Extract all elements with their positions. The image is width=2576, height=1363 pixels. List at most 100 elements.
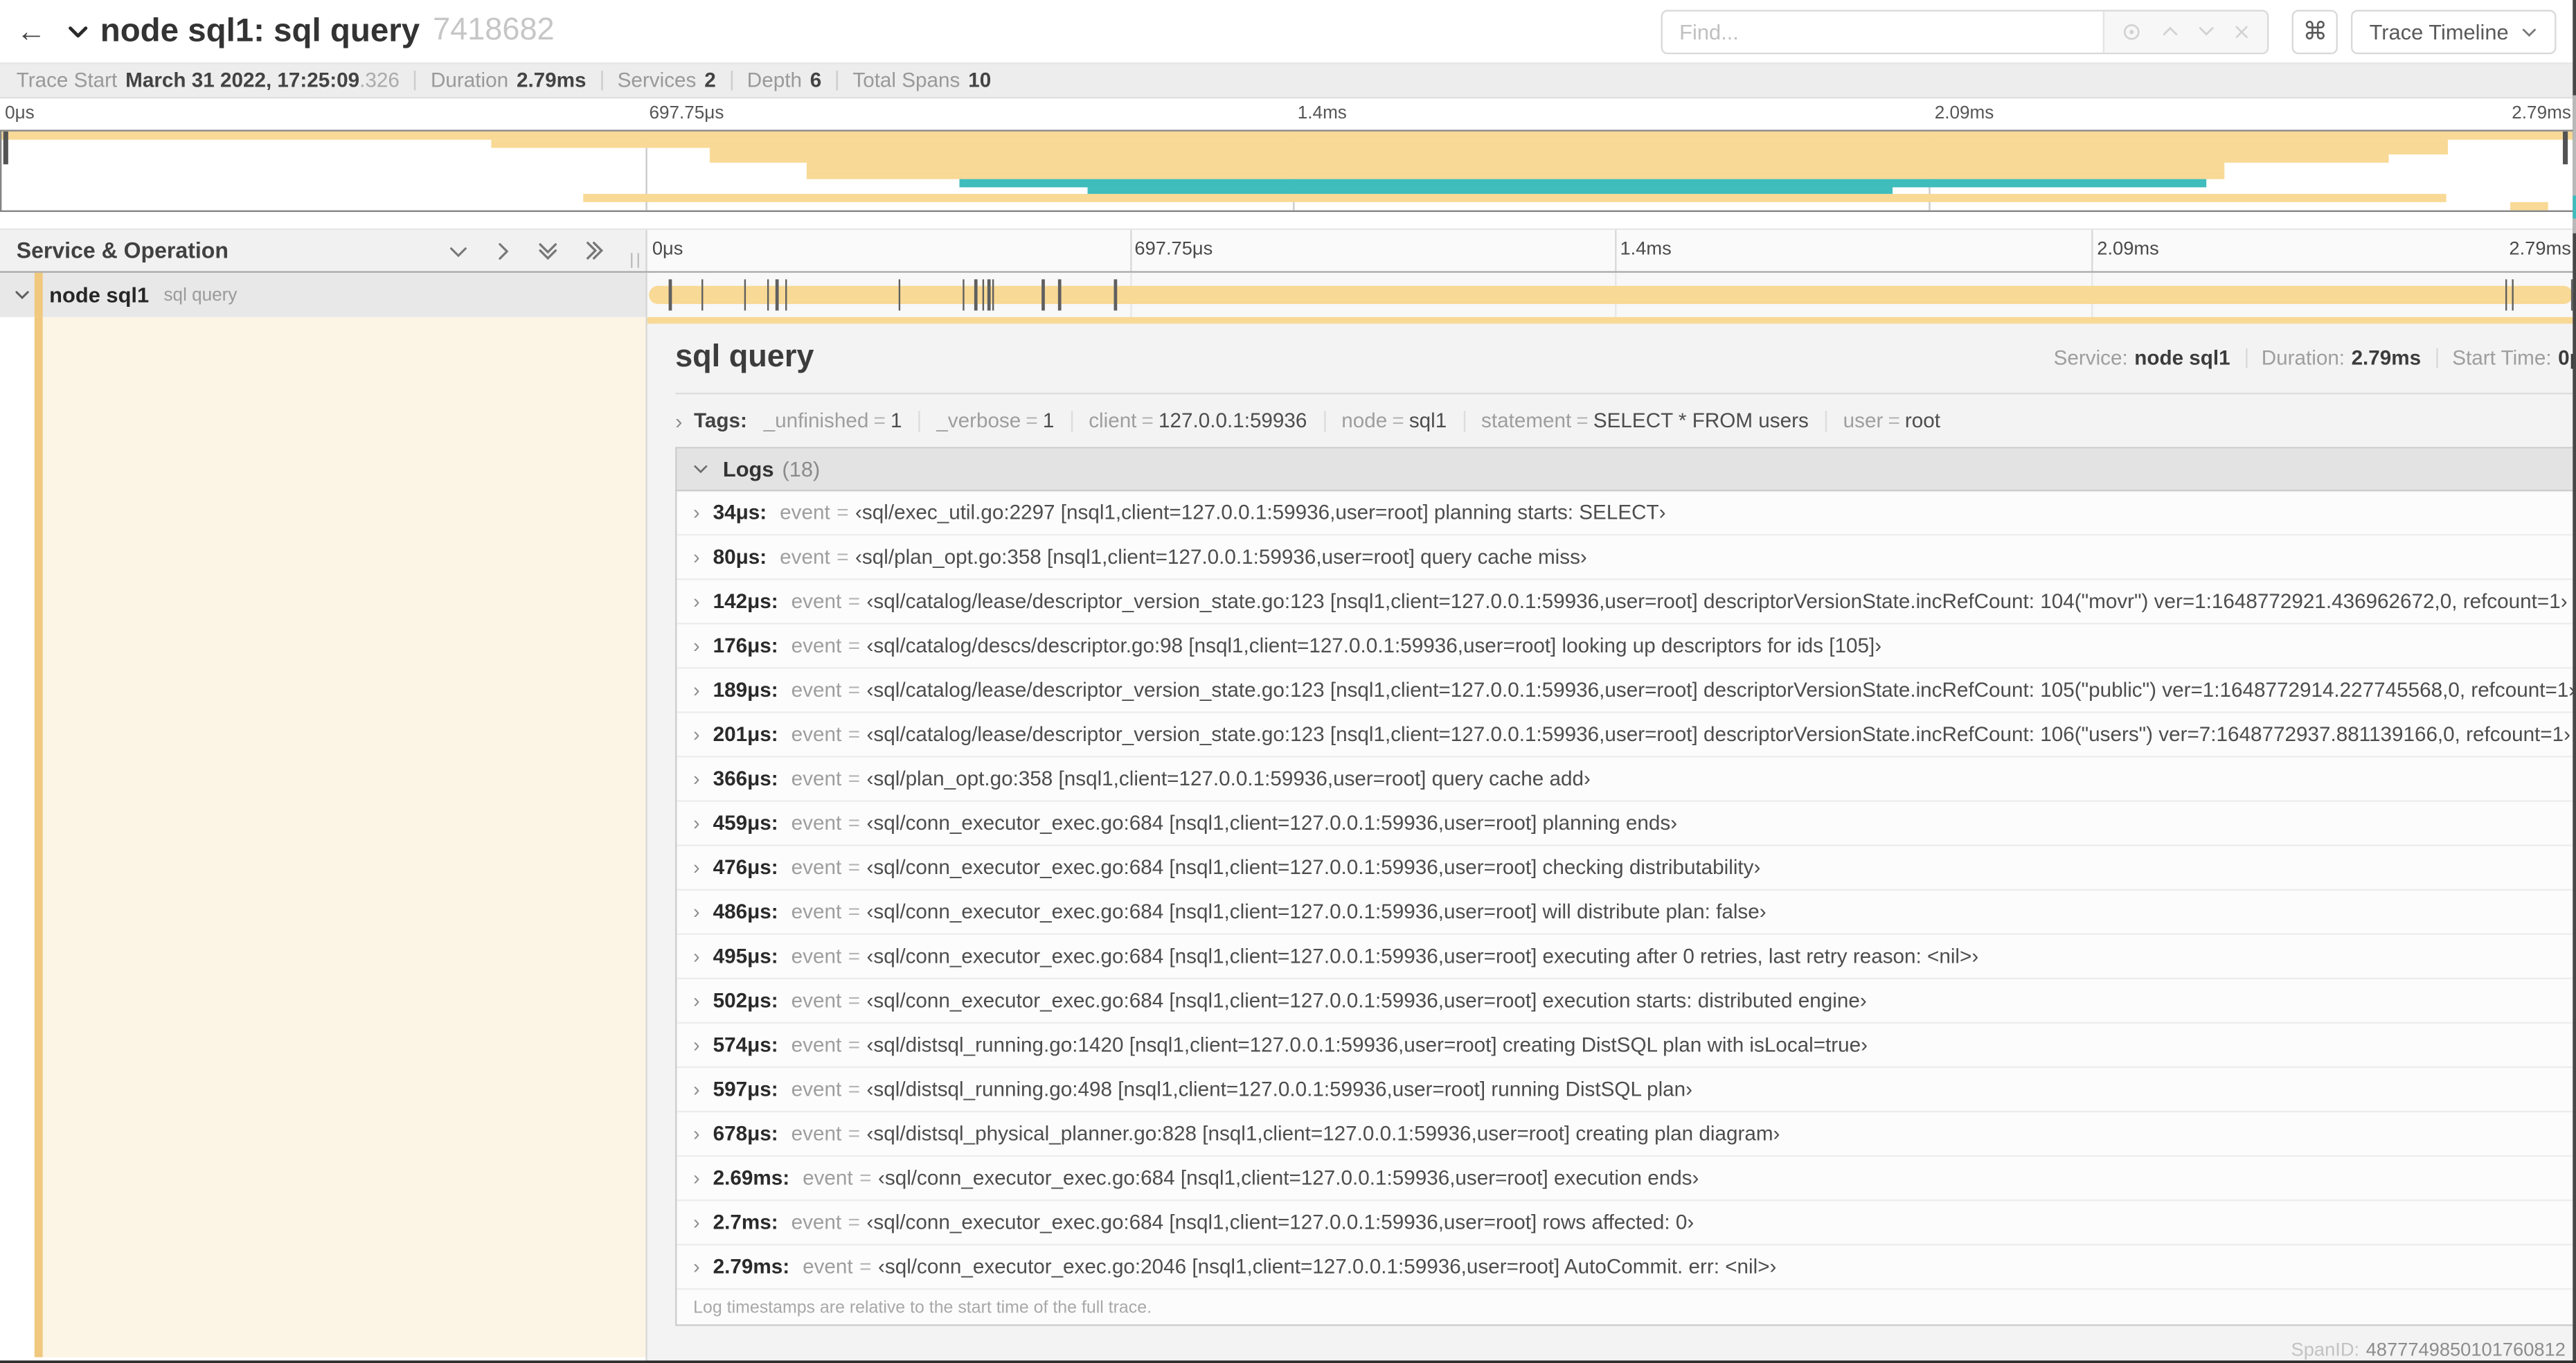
chevron-right-icon: › [693, 545, 700, 569]
collapse-one-level-icon[interactable] [447, 239, 469, 262]
log-row[interactable]: › 2.7ms: event = ‹sql/conn_executor_exec.go:… [677, 1201, 2576, 1246]
meta-value: 2.79ms [516, 69, 587, 92]
tag-equals: = [1392, 409, 1404, 432]
chevron-right-icon: › [693, 767, 700, 791]
log-timestamp: 476μs: [713, 856, 778, 880]
tag-item: user = root [1843, 409, 1940, 432]
log-equals: = [859, 1166, 872, 1190]
log-row[interactable]: › 459μs: event = ‹sql/conn_executor_exec.go:… [677, 802, 2576, 846]
separator [1323, 409, 1325, 431]
collapse-all-icon[interactable] [535, 238, 560, 263]
logs-header[interactable]: Logs (18) [677, 448, 2576, 492]
span-duration-bar[interactable] [649, 285, 2573, 304]
log-event-value: ‹sql/distsql_running.go:498 [nsql1,clien… [866, 1078, 1693, 1101]
header-controls: ⌘ Trace Timeline [1661, 9, 2557, 54]
log-event-value: ‹sql/catalog/lease/descriptor_version_st… [866, 722, 2570, 747]
keyboard-shortcuts-button[interactable]: ⌘ [2292, 9, 2338, 54]
log-event-value: ‹sql/catalog/lease/descriptor_version_st… [866, 678, 2576, 702]
back-arrow-icon[interactable]: ← [17, 14, 53, 48]
find-input[interactable] [1663, 10, 2104, 52]
service-operation-label: Service & Operation [16, 238, 229, 263]
span-row-name-cell[interactable]: node sql1 sql query [0, 272, 647, 317]
log-row[interactable]: › 678μs: event = ‹sql/distsql_physical_plann… [677, 1112, 2576, 1157]
log-timestamp: 366μs: [713, 767, 778, 791]
log-event-key: event [791, 900, 842, 924]
log-event-value: ‹sql/distsql_running.go:1420 [nsql1,clie… [866, 1033, 1868, 1057]
log-event-value: ‹sql/conn_executor_exec.go:2046 [nsql1,c… [878, 1255, 1777, 1279]
log-event-key: event [791, 1078, 842, 1101]
chevron-right-icon: › [693, 501, 700, 524]
log-marker [1042, 279, 1045, 311]
log-row[interactable]: › 142μs: event = ‹sql/catalog/lease/descript… [677, 580, 2576, 625]
logs-title: Logs [722, 456, 774, 482]
log-row[interactable]: › 80μs: event = ‹sql/plan_opt.go:358 [nsql1,… [677, 535, 2576, 580]
separator [1825, 409, 1827, 431]
tag-equals: = [1026, 409, 1038, 432]
meta-value: March 31 2022, 17:25:09 [125, 69, 360, 92]
log-marker [784, 279, 787, 311]
log-equals: = [848, 900, 861, 924]
detail-meta-value: 2.79ms [2351, 346, 2422, 370]
row-collapse-caret-icon[interactable] [13, 286, 31, 304]
log-timestamp: 574μs: [713, 1033, 778, 1057]
log-row[interactable]: › 176μs: event = ‹sql/catalog/descs/descript… [677, 625, 2576, 669]
tag-value: 1 [890, 409, 902, 432]
find-box [1661, 9, 2269, 54]
tag-item: statement = SELECT * FROM users [1481, 409, 1809, 432]
next-match-icon[interactable] [2196, 21, 2215, 41]
trace-meta-item: Trace Start March 31 2022, 17:25:09.326 [17, 69, 400, 92]
meta-label: Duration [430, 69, 509, 92]
log-timestamp: 34μs: [713, 501, 767, 524]
tag-equals: = [1576, 409, 1589, 432]
log-row[interactable]: › 2.79ms: event = ‹sql/conn_executor_exec.go… [677, 1245, 2576, 1290]
tags-row[interactable]: › Tags: _unfinished = 1 _verbose = 1 client = 12… [675, 409, 2576, 432]
log-event-key: event [791, 989, 842, 1013]
tag-item: _unfinished = 1 [764, 409, 902, 432]
log-equals: = [848, 1122, 861, 1146]
chevron-right-icon: › [693, 1211, 700, 1234]
log-row[interactable]: › 34μs: event = ‹sql/exec_util.go:2297 [nsql… [677, 491, 2576, 536]
trace-meta-item: Duration 2.79ms [431, 69, 587, 92]
minimap-span-bar [709, 147, 2449, 155]
minimap-span-bar [958, 179, 2207, 187]
log-row[interactable]: › 597μs: event = ‹sql/distsql_running.go:498… [677, 1068, 2576, 1113]
minimap-left-handle[interactable] [3, 131, 8, 165]
log-row[interactable]: › 476μs: event = ‹sql/conn_executor_exec.go:… [677, 846, 2576, 891]
expand-all-icon[interactable] [582, 238, 607, 263]
expand-one-level-icon[interactable] [491, 239, 514, 262]
span-row-track[interactable] [647, 272, 2576, 317]
separator [2244, 348, 2247, 368]
log-row[interactable]: › 495μs: event = ‹sql/conn_executor_exec.go:… [677, 935, 2576, 979]
chevron-right-icon: › [693, 1122, 700, 1146]
log-row[interactable]: › 189μs: event = ‹sql/catalog/lease/descript… [677, 669, 2576, 713]
log-event-value: ‹sql/catalog/lease/descriptor_version_st… [866, 589, 2568, 613]
detail-meta-label: Duration: [2261, 346, 2345, 370]
collapse-trace-chevron-icon[interactable] [66, 19, 91, 44]
locate-icon[interactable] [2122, 21, 2143, 42]
clear-search-icon[interactable] [2233, 22, 2251, 40]
chevron-right-icon: › [693, 811, 700, 835]
chevron-down-icon [692, 460, 710, 478]
log-row[interactable]: › 486μs: event = ‹sql/conn_executor_exec.go:… [677, 891, 2576, 935]
prev-match-icon[interactable] [2160, 21, 2179, 41]
minimap-right-handle[interactable] [2563, 131, 2568, 165]
log-event-key: event [791, 767, 842, 791]
log-row[interactable]: › 2.69ms: event = ‹sql/conn_executor_exec.go… [677, 1157, 2576, 1202]
log-event-value: ‹sql/plan_opt.go:358 [nsql1,client=127.0… [866, 767, 1591, 791]
log-row[interactable]: › 201μs: event = ‹sql/catalog/lease/descript… [677, 713, 2576, 758]
log-row[interactable]: › 574μs: event = ‹sql/distsql_running.go:142… [677, 1024, 2576, 1069]
log-marker [701, 279, 704, 311]
minimap-canvas[interactable] [0, 130, 2576, 213]
separator [600, 71, 603, 91]
log-equals: = [848, 634, 861, 657]
ruler-tick-label: 697.75μs [649, 103, 724, 123]
scroll-mark [2573, 195, 2576, 219]
span-detail-title: sql query [675, 340, 814, 375]
meta-value: 2 [704, 69, 716, 92]
column-resizer-handle[interactable] [631, 253, 639, 268]
log-timestamp: 678μs: [713, 1122, 778, 1146]
log-row[interactable]: › 366μs: event = ‹sql/plan_opt.go:358 [nsql1… [677, 758, 2576, 802]
tag-value: root [1904, 409, 1941, 432]
log-row[interactable]: › 502μs: event = ‹sql/conn_executor_exec.go:… [677, 979, 2576, 1024]
trace-view-dropdown[interactable]: Trace Timeline [2351, 9, 2557, 54]
